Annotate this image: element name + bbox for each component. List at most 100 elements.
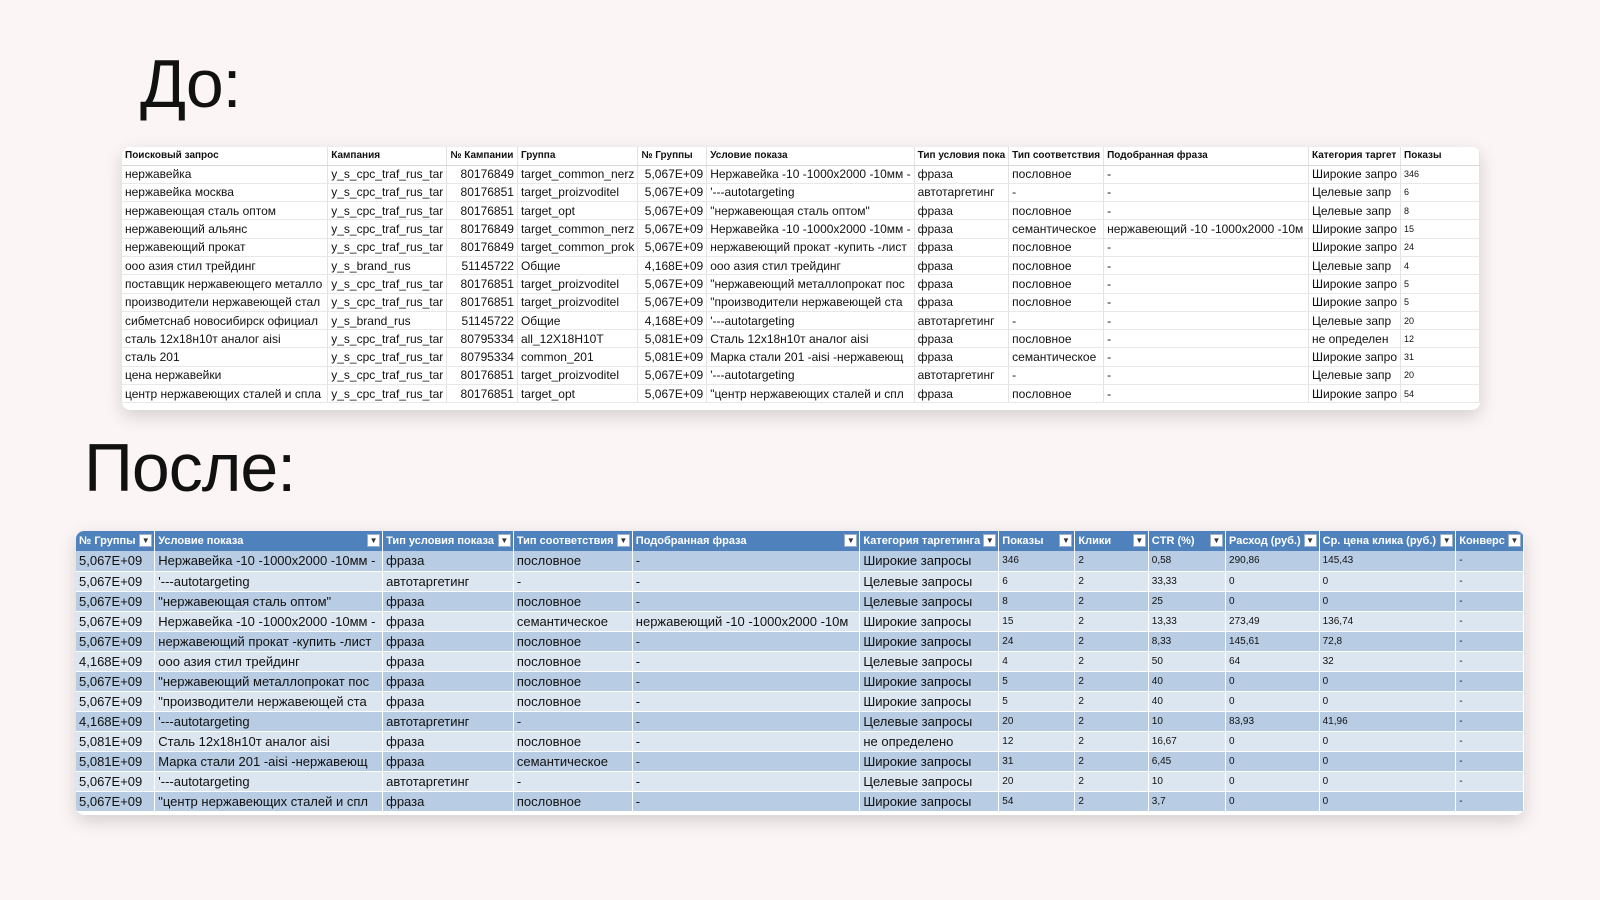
before-table-cell[interactable]: y_s_cpc_traf_rus_tar xyxy=(327,293,448,312)
before-table-cell[interactable]: target_proizvoditel xyxy=(517,274,639,294)
after-table-cell[interactable]: - xyxy=(1455,631,1524,652)
after-table-cell[interactable]: 0 xyxy=(1225,671,1320,692)
after-table-cell[interactable]: 16,67 xyxy=(1148,731,1227,752)
after-table-cell[interactable]: Широкие запросы xyxy=(859,691,1000,712)
before-table-cell[interactable]: "центр нержавеющих сталей и спл xyxy=(706,384,915,404)
before-table-cell[interactable]: 5,067E+09 xyxy=(637,219,708,239)
after-table-cell[interactable]: 20 xyxy=(998,711,1076,732)
after-table-cell[interactable]: 5,067E+09 xyxy=(76,571,156,592)
after-table-cell[interactable]: 5,067E+09 xyxy=(76,671,156,692)
filter-dropdown-icon[interactable]: ▼ xyxy=(844,534,858,547)
after-table-cell[interactable]: пословное xyxy=(513,631,633,652)
before-table-cell[interactable]: y_s_brand_rus xyxy=(327,256,448,276)
after-table-cell[interactable]: фраза xyxy=(382,591,514,612)
after-table-cell[interactable]: 64 xyxy=(1225,651,1320,672)
after-table-cell[interactable]: 346 xyxy=(998,551,1076,572)
after-table-cell[interactable]: 40 xyxy=(1148,671,1227,692)
after-table-cell[interactable]: - xyxy=(1455,771,1524,792)
before-table-cell[interactable]: фраза xyxy=(914,329,1010,349)
after-table-cell[interactable]: фраза xyxy=(382,691,514,712)
before-table-cell[interactable]: пословное xyxy=(1008,329,1105,349)
after-column-header[interactable]: № Группы ▼ xyxy=(76,531,156,551)
before-table-cell[interactable]: - xyxy=(1103,238,1309,257)
before-table-cell[interactable]: y_s_cpc_traf_rus_tar xyxy=(327,329,448,349)
after-column-header[interactable]: Тип соответствия ▼ xyxy=(513,531,633,551)
after-table-cell[interactable]: 2 xyxy=(1074,711,1149,732)
before-table-cell[interactable]: фраза xyxy=(914,201,1010,221)
before-table-cell[interactable]: - xyxy=(1103,274,1309,294)
after-table-cell[interactable]: 13,33 xyxy=(1148,611,1227,632)
after-table-cell[interactable]: 5,067E+09 xyxy=(76,591,156,612)
before-table-cell[interactable]: Широкие запро xyxy=(1308,238,1402,257)
after-table-cell[interactable]: 5 xyxy=(998,671,1076,692)
before-table-cell[interactable]: 4 xyxy=(1400,256,1480,276)
after-table-cell[interactable]: 25 xyxy=(1148,591,1227,612)
before-table-cell[interactable]: автотаргетинг xyxy=(914,366,1010,386)
before-table-cell[interactable]: - xyxy=(1103,256,1309,276)
after-table-cell[interactable]: 0 xyxy=(1225,751,1320,772)
after-table-cell[interactable]: Широкие запросы xyxy=(859,671,1000,692)
before-table-cell[interactable]: "производители нержавеющей ста xyxy=(706,293,915,312)
after-table-cell[interactable]: 0 xyxy=(1225,771,1320,792)
before-table-cell[interactable]: пословное xyxy=(1008,165,1105,184)
after-table-cell[interactable]: 290,86 xyxy=(1225,551,1320,572)
after-table-cell[interactable]: 24 xyxy=(998,631,1076,652)
after-table-cell[interactable]: Сталь 12х18н10т аналог aisi xyxy=(154,731,384,752)
after-table-cell[interactable]: '---autotargeting xyxy=(154,711,384,732)
after-table-cell[interactable]: 10 xyxy=(1148,711,1227,732)
before-table-cell[interactable]: y_s_cpc_traf_rus_tar xyxy=(327,165,448,184)
before-table-cell[interactable]: поставщик нержавеющего металло xyxy=(122,274,329,294)
before-table-cell[interactable]: Целевые запр xyxy=(1308,256,1402,276)
after-table-cell[interactable]: - xyxy=(513,571,633,592)
after-table-cell[interactable]: "производители нержавеющей ста xyxy=(154,691,384,712)
after-table-cell[interactable]: Нержавейка -10 -1000х2000 -10мм - xyxy=(154,551,384,572)
before-table-cell[interactable]: фраза xyxy=(914,219,1010,239)
after-table-cell[interactable]: "нержавеющий металлопрокат пос xyxy=(154,671,384,692)
before-table-cell[interactable]: Широкие запро xyxy=(1308,274,1402,294)
before-table-cell[interactable]: пословное xyxy=(1008,293,1105,312)
after-table-cell[interactable]: пословное xyxy=(513,651,633,672)
before-table-cell[interactable]: - xyxy=(1103,366,1309,386)
filter-dropdown-icon[interactable]: ▼ xyxy=(139,534,153,547)
after-table-cell[interactable]: 32 xyxy=(1319,651,1457,672)
filter-dropdown-icon[interactable]: ▼ xyxy=(1440,534,1454,547)
after-table-cell[interactable]: 10 xyxy=(1148,771,1227,792)
before-table-cell[interactable]: 346 xyxy=(1400,165,1480,184)
after-table-cell[interactable]: 4,168E+09 xyxy=(76,651,156,672)
before-table-cell[interactable]: '---autotargeting xyxy=(706,366,915,386)
before-table-cell[interactable]: 80795334 xyxy=(446,347,518,367)
filter-dropdown-icon[interactable]: ▼ xyxy=(1132,534,1146,547)
after-table-cell[interactable]: Нержавейка -10 -1000х2000 -10мм - xyxy=(154,611,384,632)
after-table-cell[interactable]: Марка стали 201 -aisi -нержавеющ xyxy=(154,751,384,772)
before-table-cell[interactable]: семантическое xyxy=(1008,347,1105,367)
after-table-cell[interactable]: 0,58 xyxy=(1148,551,1227,572)
before-table-cell[interactable]: 5 xyxy=(1400,274,1480,294)
filter-dropdown-icon[interactable]: ▼ xyxy=(367,534,381,547)
before-table-cell[interactable]: y_s_cpc_traf_rus_tar xyxy=(327,347,448,367)
after-table-cell[interactable]: пословное xyxy=(513,591,633,612)
before-table-cell[interactable]: y_s_cpc_traf_rus_tar xyxy=(327,201,448,221)
before-table-cell[interactable]: "нержавеющая сталь оптом" xyxy=(706,201,915,221)
after-table-cell[interactable]: 0 xyxy=(1225,591,1320,612)
after-table-cell[interactable]: '---autotargeting xyxy=(154,771,384,792)
after-table-cell[interactable]: 2 xyxy=(1074,571,1149,592)
after-table-cell[interactable]: 5,067E+09 xyxy=(76,691,156,712)
after-table-cell[interactable]: - xyxy=(1455,551,1524,572)
before-table-cell[interactable]: 12 xyxy=(1400,329,1480,349)
after-table-cell[interactable]: 5,067E+09 xyxy=(76,631,156,652)
after-table-cell[interactable]: нержавеющий прокат -купить -лист xyxy=(154,631,384,652)
after-table-cell[interactable]: 136,74 xyxy=(1319,611,1457,632)
after-table-cell[interactable]: 31 xyxy=(998,751,1076,772)
after-table-cell[interactable]: 0 xyxy=(1225,731,1320,752)
before-table-cell[interactable]: 80176851 xyxy=(446,293,518,312)
after-table-cell[interactable]: 5 xyxy=(998,691,1076,712)
before-table-cell[interactable]: автотаргетинг xyxy=(914,183,1010,203)
before-table-cell[interactable]: пословное xyxy=(1008,256,1105,276)
after-table-cell[interactable]: 2 xyxy=(1074,611,1149,632)
before-table-cell[interactable]: - xyxy=(1103,165,1309,184)
after-table-cell[interactable]: - xyxy=(1455,571,1524,592)
before-table-cell[interactable]: Широкие запро xyxy=(1308,384,1402,404)
before-table-cell[interactable]: y_s_cpc_traf_rus_tar xyxy=(327,366,448,386)
after-table-cell[interactable]: 50 xyxy=(1148,651,1227,672)
after-table-cell[interactable]: 5,081E+09 xyxy=(76,731,156,752)
